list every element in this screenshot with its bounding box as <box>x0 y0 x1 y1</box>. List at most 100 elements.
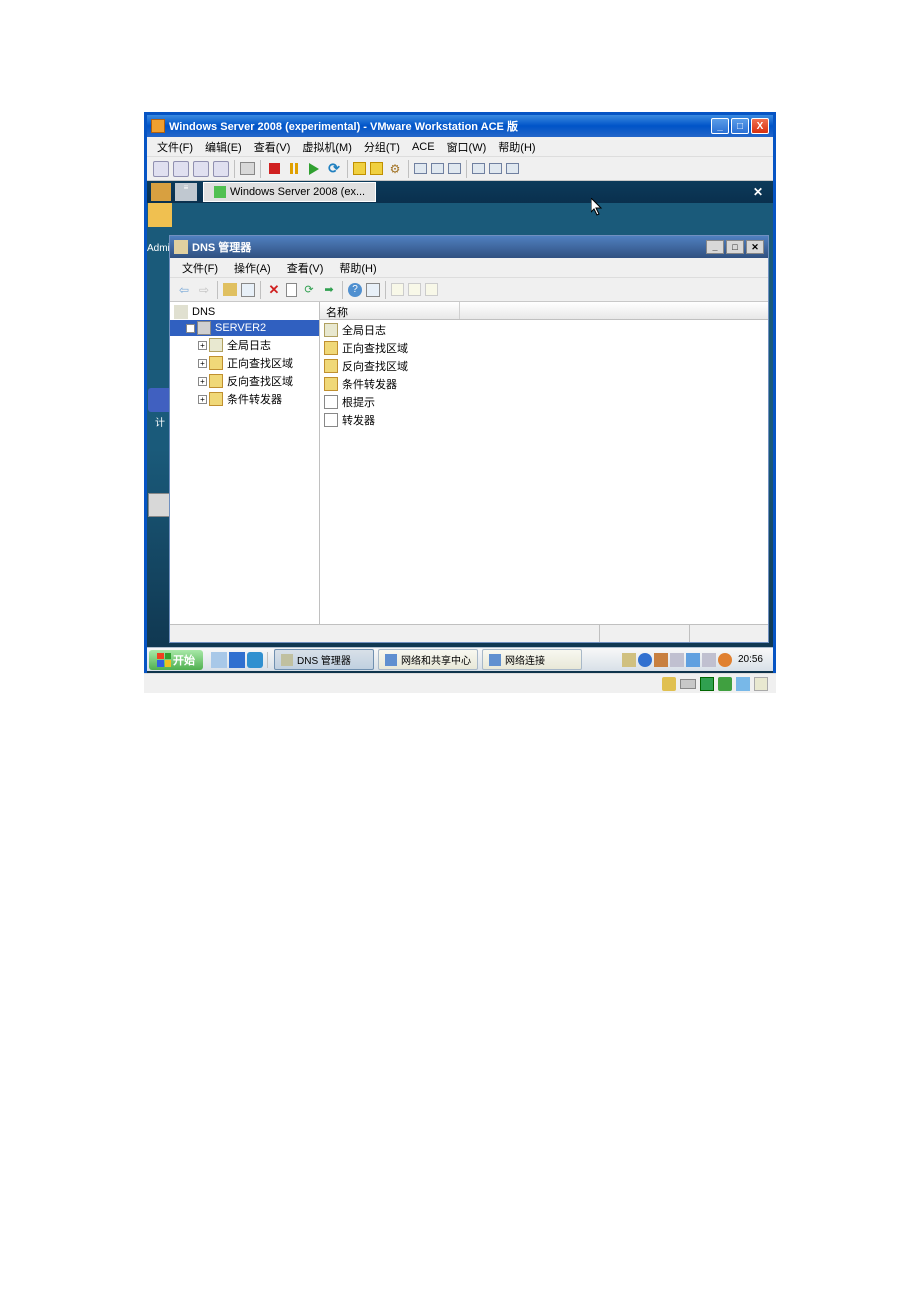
export-icon[interactable]: ➡ <box>321 282 337 298</box>
menu-file[interactable]: 文件(F) <box>151 139 199 155</box>
desktop-folder-icon[interactable] <box>147 203 173 229</box>
close-button[interactable]: X <box>751 118 769 134</box>
expand-icon[interactable]: + <box>198 395 207 404</box>
view-icon[interactable] <box>431 163 444 174</box>
list-icon[interactable] <box>391 283 404 296</box>
help-icon[interactable]: ? <box>348 283 362 297</box>
delete-icon[interactable]: ✕ <box>266 282 282 298</box>
ie-icon[interactable] <box>247 652 263 668</box>
list-item[interactable]: 正向查找区域 <box>320 339 768 357</box>
expand-icon[interactable]: + <box>198 341 207 350</box>
menu-window[interactable]: 窗口(W) <box>441 139 493 155</box>
list-body[interactable]: 全局日志 正向查找区域 反向查找区域 条件转发器 <box>320 320 768 624</box>
vm-disk-icon[interactable] <box>680 679 696 689</box>
play-button[interactable] <box>306 161 322 177</box>
tree-reverse-zone[interactable]: + 反向查找区域 <box>170 372 319 390</box>
vm-sound-icon[interactable] <box>736 677 750 691</box>
forward-icon[interactable]: ⇨ <box>196 282 212 298</box>
tree-conditional-forwarder[interactable]: + 条件转发器 <box>170 390 319 408</box>
vm-tab[interactable]: Windows Server 2008 (ex... <box>203 182 376 202</box>
manage-icon[interactable]: ⚙ <box>387 161 403 177</box>
minimize-button[interactable]: _ <box>711 118 729 134</box>
guest-desktop[interactable]: Admin 计 DNS 管理器 _ □ ✕ 文件(F) 操作(A) 查看(V) … <box>147 203 773 693</box>
fullscreen-icon[interactable] <box>489 163 502 174</box>
list-item[interactable]: 根提示 <box>320 393 768 411</box>
dns-titlebar[interactable]: DNS 管理器 _ □ ✕ <box>170 236 768 258</box>
list-icon[interactable] <box>425 283 438 296</box>
page-icon <box>324 413 338 427</box>
tree-server-node[interactable]: - SERVER2 <box>170 320 319 336</box>
list-item[interactable]: 转发器 <box>320 411 768 429</box>
vm-network-icon[interactable] <box>718 677 732 691</box>
menu-ace[interactable]: ACE <box>406 141 441 153</box>
menu-group[interactable]: 分组(T) <box>358 139 406 155</box>
explorer-icon[interactable] <box>229 652 245 668</box>
list-item[interactable]: 全局日志 <box>320 321 768 339</box>
monitor-icon[interactable] <box>240 162 255 175</box>
stop-button[interactable] <box>266 161 282 177</box>
disk-icon[interactable] <box>153 161 169 177</box>
collapse-icon[interactable]: - <box>186 324 195 333</box>
nav-icon[interactable] <box>193 161 209 177</box>
snapshot-icon[interactable] <box>353 162 366 175</box>
tray-alert-icon[interactable] <box>718 653 732 667</box>
tree-global-log[interactable]: + 全局日志 <box>170 336 319 354</box>
back-icon[interactable]: ⇦ <box>176 282 192 298</box>
list-icon[interactable] <box>408 283 421 296</box>
taskbar-network-center[interactable]: 网络和共享中心 <box>378 649 478 670</box>
refresh-icon[interactable]: ⟳ <box>301 282 317 298</box>
dns-menu-file[interactable]: 文件(F) <box>174 260 226 276</box>
dns-maximize-button[interactable]: □ <box>726 240 744 254</box>
taskbar-dns-manager[interactable]: DNS 管理器 <box>274 649 374 670</box>
tree-forward-zone[interactable]: + 正向查找区域 <box>170 354 319 372</box>
tab-close-icon[interactable]: ✕ <box>747 185 769 199</box>
menu-edit[interactable]: 编辑(E) <box>199 139 248 155</box>
vm-lock-icon[interactable] <box>662 677 676 691</box>
view-icon[interactable] <box>414 163 427 174</box>
unity-icon[interactable] <box>472 163 485 174</box>
taskbar-network-connections[interactable]: 网络连接 <box>482 649 582 670</box>
outer-titlebar[interactable]: Windows Server 2008 (experimental) - VMw… <box>147 115 773 137</box>
dns-minimize-button[interactable]: _ <box>706 240 724 254</box>
view-icon[interactable] <box>448 163 461 174</box>
menu-view[interactable]: 查看(V) <box>248 139 297 155</box>
tree-root-dns[interactable]: DNS <box>170 304 319 320</box>
expand-icon[interactable]: + <box>198 359 207 368</box>
menu-help[interactable]: 帮助(H) <box>492 139 541 155</box>
fullscreen-icon[interactable] <box>506 163 519 174</box>
up-folder-icon[interactable] <box>223 283 237 296</box>
dns-menu-help[interactable]: 帮助(H) <box>331 260 384 276</box>
dns-menu-view[interactable]: 查看(V) <box>279 260 332 276</box>
start-button[interactable]: 开始 <box>149 650 203 670</box>
dns-tree-panel[interactable]: DNS - SERVER2 + 全局日志 + <box>170 302 320 624</box>
dns-menu-action[interactable]: 操作(A) <box>226 260 279 276</box>
maximize-button[interactable]: □ <box>731 118 749 134</box>
sidebar-tab-icon[interactable]: ≡ <box>175 183 197 201</box>
tray-clock[interactable]: 20:56 <box>734 654 767 665</box>
column-name[interactable]: 名称 <box>320 302 460 319</box>
list-item[interactable]: 条件转发器 <box>320 375 768 393</box>
home-tab-icon[interactable] <box>151 183 171 201</box>
tray-help-icon[interactable] <box>638 653 652 667</box>
refresh-button[interactable]: ⟳ <box>326 161 342 177</box>
vm-cdrom-icon[interactable] <box>700 677 714 691</box>
dns-close-button[interactable]: ✕ <box>746 240 764 254</box>
pause-button[interactable] <box>286 161 302 177</box>
show-desktop-icon[interactable] <box>211 652 227 668</box>
tray-icon[interactable] <box>670 653 684 667</box>
statusbar-cell <box>600 625 690 642</box>
list-item[interactable]: 反向查找区域 <box>320 357 768 375</box>
tray-icon[interactable] <box>686 653 700 667</box>
menu-vm[interactable]: 虚拟机(M) <box>296 139 358 155</box>
tray-icon[interactable] <box>654 653 668 667</box>
snapshot-icon[interactable] <box>370 162 383 175</box>
vm-usb-icon[interactable] <box>754 677 768 691</box>
filter-icon[interactable] <box>366 283 380 297</box>
tray-network-icon[interactable] <box>702 653 716 667</box>
expand-icon[interactable]: + <box>198 377 207 386</box>
disk-icon[interactable] <box>173 161 189 177</box>
properties-icon[interactable] <box>241 283 255 297</box>
tray-icon[interactable] <box>622 653 636 667</box>
refresh-icon[interactable] <box>286 283 297 297</box>
nav-icon[interactable] <box>213 161 229 177</box>
